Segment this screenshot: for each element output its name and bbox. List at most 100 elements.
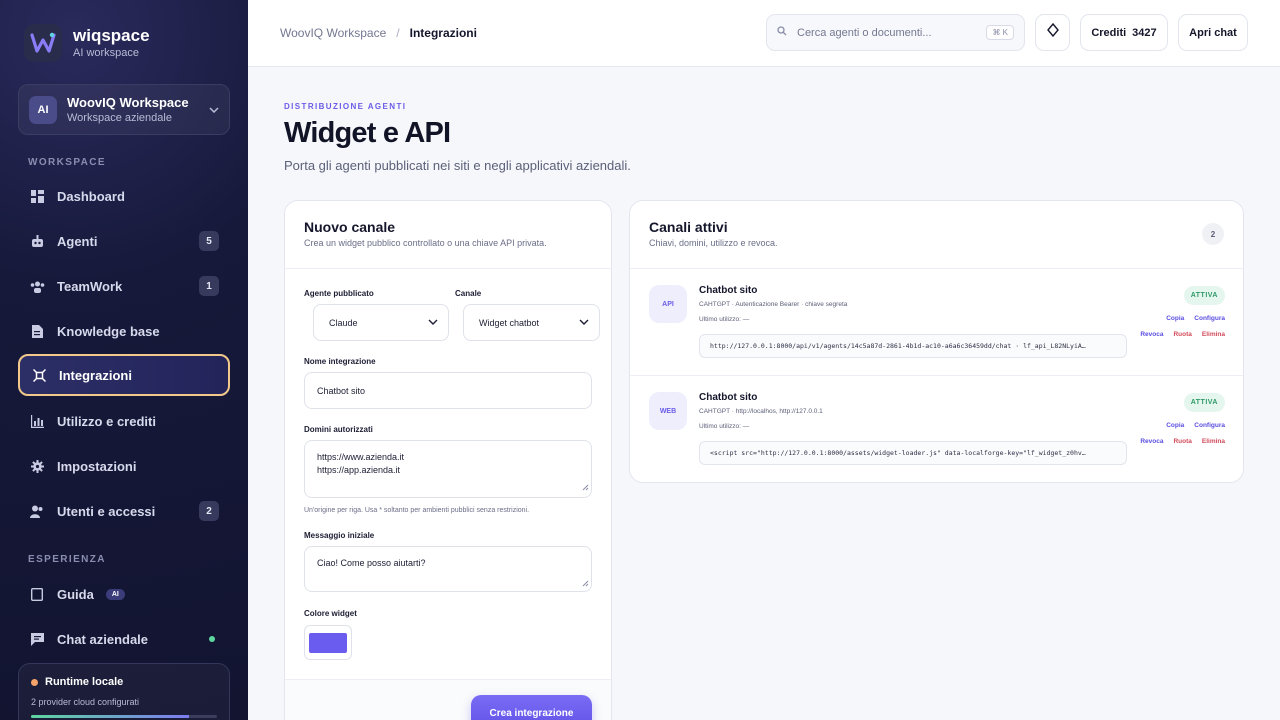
resize-handle-icon[interactable]	[582, 482, 589, 495]
channel-endpoint-code[interactable]: http://127.0.0.1:8000/api/v1/agents/14c5…	[699, 334, 1127, 358]
credits-label: Crediti	[1091, 26, 1127, 39]
topbar: WoovIQ Workspace / Integrazioni Cerca ag…	[248, 0, 1280, 67]
credits-value: 3427	[1132, 26, 1157, 39]
brand[interactable]: wiqspace AI workspace	[24, 24, 150, 62]
active-channels-card: Canali attivi Chiavi, domini, utilizzo e…	[629, 200, 1244, 483]
sidebar-item-label: Agenti	[57, 233, 98, 249]
count-badge: 5	[199, 231, 219, 251]
card-footer: Crea integrazione	[285, 679, 611, 720]
agent-select-value: Claude	[329, 317, 358, 328]
channel-type-tag: API	[649, 285, 687, 323]
widget-color-picker[interactable]	[304, 625, 352, 660]
search-icon	[777, 26, 787, 39]
revoke-link[interactable]: Revoca	[1140, 331, 1163, 338]
online-dot	[209, 636, 215, 642]
breadcrumb: WoovIQ Workspace / Integrazioni	[280, 26, 477, 40]
delete-link[interactable]: Elimina	[1202, 331, 1225, 338]
channel-meta: CAHTGPT · http://localhos, http://127.0.…	[699, 408, 823, 415]
count-badge: 2	[199, 501, 219, 521]
domains-textarea[interactable]: https://www.azienda.it https://app.azien…	[304, 440, 592, 498]
create-integration-button[interactable]: Crea integrazione	[471, 695, 592, 720]
card-title: Nuovo canale	[304, 219, 396, 235]
runtime-progress	[31, 715, 217, 718]
search-input[interactable]: Cerca agenti o documenti... ⌘ K	[766, 14, 1025, 51]
sidebar-item-label: Utilizzo e crediti	[57, 413, 156, 429]
channel-last-used: Ultimo utilizzo: —	[699, 423, 750, 430]
sidebar-item-label: Guida	[57, 586, 94, 602]
sidebar-item-label: Impostazioni	[57, 458, 137, 474]
sidebar-item-teamwork[interactable]: TeamWork 1	[18, 265, 230, 307]
runtime-subtitle: 2 provider cloud configurati	[31, 697, 140, 707]
integration-icon	[31, 367, 47, 383]
configure-link[interactable]: Configura	[1194, 422, 1225, 429]
page-title: Widget e API	[284, 117, 451, 149]
resize-handle-icon[interactable]	[582, 579, 589, 589]
delete-link[interactable]: Elimina	[1202, 438, 1225, 445]
domain-line: https://www.azienda.it	[317, 452, 405, 462]
channel-row: WEB Chatbot sito CAHTGPT · http://localh…	[630, 376, 1243, 482]
sidebar-item-knowledge-base[interactable]: Knowledge base	[18, 310, 230, 352]
brand-name: wiqspace	[73, 26, 150, 45]
rotate-link[interactable]: Ruota	[1173, 331, 1191, 338]
status-badge: ATTIVA	[1183, 393, 1225, 412]
gear-icon	[29, 458, 45, 474]
agent-select[interactable]: Claude	[313, 304, 449, 341]
sidebar-item-dashboard[interactable]: Dashboard	[18, 175, 230, 217]
channel-last-used: Ultimo utilizzo: —	[699, 316, 750, 323]
document-icon	[29, 323, 45, 339]
channel-meta: CAHTGPT · Autenticazione Bearer · chiave…	[699, 301, 848, 308]
workspace-switcher[interactable]: AI WoovIQ Workspace Workspace aziendale	[18, 84, 230, 135]
credits-button[interactable]: Crediti 3427	[1080, 14, 1168, 51]
page-subtitle: Porta gli agenti pubblicati nei siti e n…	[284, 158, 631, 173]
channel-label: Canale	[455, 289, 482, 298]
copy-link[interactable]: Copia	[1166, 315, 1184, 322]
sidebar-item-label: TeamWork	[57, 278, 123, 294]
card-subtitle: Crea un widget pubblico controllato o un…	[304, 238, 547, 248]
sidebar-item-label: Integrazioni	[59, 367, 132, 383]
color-fill	[309, 632, 347, 653]
color-label: Colore widget	[304, 609, 357, 618]
copy-link[interactable]: Copia	[1166, 422, 1184, 429]
theme-toggle-button[interactable]	[1035, 14, 1070, 51]
sidebar-item-utenti-accessi[interactable]: Utenti e accessi 2	[18, 490, 230, 532]
sidebar-item-label: Chat aziendale	[57, 631, 149, 647]
welcome-message-textarea[interactable]: Ciao! Come posso aiutarti?	[304, 546, 592, 592]
sidebar: wiqspace AI workspace AI WoovIQ Workspac…	[0, 0, 248, 720]
configure-link[interactable]: Configura	[1194, 315, 1225, 322]
breadcrumb-root[interactable]: WoovIQ Workspace	[280, 26, 386, 40]
sidebar-item-chat-aziendale[interactable]: Chat aziendale	[18, 618, 230, 660]
brand-logo-icon	[24, 24, 62, 62]
chevron-down-icon	[579, 317, 589, 328]
dashboard-icon	[29, 188, 45, 204]
section-label-workspace: WORKSPACE	[28, 157, 106, 168]
open-chat-button[interactable]: Apri chat	[1178, 14, 1248, 51]
chat-icon	[29, 631, 45, 647]
workspace-avatar: AI	[29, 95, 57, 124]
sidebar-item-guida[interactable]: Guida AI	[18, 573, 230, 615]
workspace-name: WoovIQ Workspace	[67, 94, 189, 110]
runtime-status-card[interactable]: Runtime locale 2 provider cloud configur…	[18, 663, 230, 720]
integration-name-value: Chatbot sito	[317, 385, 366, 396]
sidebar-item-integrazioni[interactable]: Integrazioni	[18, 354, 230, 396]
sidebar-item-label: Dashboard	[57, 188, 125, 204]
channel-embed-code[interactable]: <script src="http://127.0.0.1:8000/asset…	[699, 441, 1127, 465]
count-badge: 1	[199, 276, 219, 296]
channel-select[interactable]: Widget chatbot	[463, 304, 600, 341]
integration-name-input[interactable]: Chatbot sito	[304, 372, 592, 409]
sidebar-item-impostazioni[interactable]: Impostazioni	[18, 445, 230, 487]
rotate-link[interactable]: Ruota	[1173, 438, 1191, 445]
domain-line: https://app.azienda.it	[317, 465, 401, 475]
book-icon	[29, 586, 45, 602]
channel-name: Chatbot sito	[699, 285, 758, 296]
message-label: Messaggio iniziale	[304, 531, 375, 540]
channel-select-value: Widget chatbot	[479, 317, 540, 328]
channel-name: Chatbot sito	[699, 392, 758, 403]
channel-count-badge: 2	[1202, 223, 1224, 245]
sidebar-item-utilizzo-crediti[interactable]: Utilizzo e crediti	[18, 400, 230, 442]
breadcrumb-separator: /	[396, 26, 400, 40]
revoke-link[interactable]: Revoca	[1140, 438, 1163, 445]
team-icon	[29, 278, 45, 294]
robot-icon	[29, 233, 45, 249]
section-label-esperienza: ESPERIENZA	[28, 554, 106, 565]
sidebar-item-agenti[interactable]: Agenti 5	[18, 220, 230, 262]
